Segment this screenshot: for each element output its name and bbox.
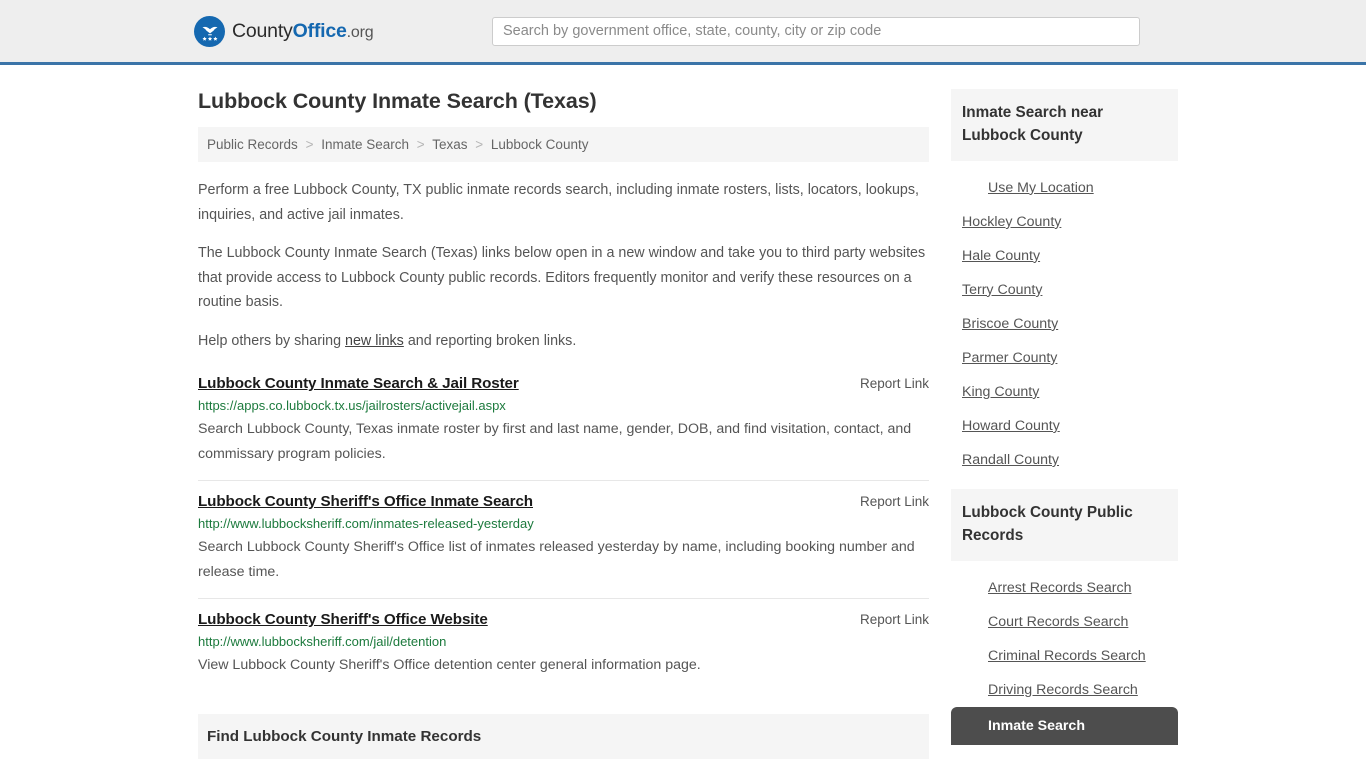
sidebar-nearby-list: Use My Location Hockley County Hale Coun… (951, 161, 1178, 477)
page-body: Lubbock County Inmate Search (Texas) Pub… (0, 65, 1366, 768)
list-item: Arrest Records Search (951, 571, 1178, 605)
sidebar-item-parmer-county[interactable]: Parmer County (951, 341, 1178, 375)
breadcrumb-separator: > (305, 137, 314, 152)
sidebar-nearby-heading: Inmate Search near Lubbock County (951, 89, 1178, 161)
result-description: Search Lubbock County Sheriff's Office l… (198, 539, 915, 580)
list-item: Terry County (951, 273, 1178, 307)
sidebar-item-hale-county[interactable]: Hale County (951, 239, 1178, 273)
sidebar-public-records-list: Arrest Records Search Court Records Sear… (951, 561, 1178, 745)
result-item: Lubbock County Sheriff's Office Website … (198, 598, 929, 691)
report-link-button[interactable]: Report Link (860, 376, 929, 391)
list-item: Hale County (951, 239, 1178, 273)
result-header: Lubbock County Sheriff's Office Website … (198, 611, 929, 628)
search-container (492, 16, 1140, 46)
result-item: Lubbock County Inmate Search & Jail Rost… (198, 367, 929, 480)
site-logo[interactable]: CountyOffice.org (194, 15, 374, 47)
sidebar-item-king-county[interactable]: King County (951, 375, 1178, 409)
sidebar-item-court-records-search[interactable]: Court Records Search (951, 605, 1178, 639)
sidebar-item-criminal-records-search[interactable]: Criminal Records Search (951, 639, 1178, 673)
breadcrumb-item-lubbock-county[interactable]: Lubbock County (491, 137, 589, 152)
list-item: Court Records Search (951, 605, 1178, 639)
result-description: Search Lubbock County, Texas inmate rost… (198, 421, 912, 462)
intro-paragraph-1: Perform a free Lubbock County, TX public… (198, 182, 919, 223)
intro-paragraph-2: The Lubbock County Inmate Search (Texas)… (198, 245, 926, 311)
list-item-active: Inmate Search (951, 706, 1178, 745)
county-office-eagle-icon (194, 15, 225, 47)
result-header: Lubbock County Sheriff's Office Inmate S… (198, 493, 929, 510)
result-url[interactable]: https://apps.co.lubbock.tx.us/jailroster… (198, 398, 929, 413)
report-link-button[interactable]: Report Link (860, 494, 929, 509)
intro-text: Perform a free Lubbock County, TX public… (198, 178, 929, 353)
page-title: Lubbock County Inmate Search (Texas) (198, 89, 597, 113)
result-header: Lubbock County Inmate Search & Jail Rost… (198, 375, 929, 392)
breadcrumb-separator: > (416, 137, 425, 152)
breadcrumb-item-texas[interactable]: Texas (432, 137, 467, 152)
list-item: Parmer County (951, 341, 1178, 375)
sidebar-item-arrest-records-search[interactable]: Arrest Records Search (951, 571, 1178, 605)
breadcrumb-item-inmate-search[interactable]: Inmate Search (321, 137, 409, 152)
brand-part-office: Office (292, 19, 347, 42)
brand-part-county: County (232, 19, 293, 42)
share-text-before: Help others by sharing (198, 332, 346, 349)
result-title-link[interactable]: Lubbock County Sheriff's Office Website (198, 611, 488, 628)
breadcrumb-separator: > (475, 137, 484, 152)
result-title-link[interactable]: Lubbock County Sheriff's Office Inmate S… (198, 493, 533, 510)
sidebar-item-howard-county[interactable]: Howard County (951, 409, 1178, 443)
sidebar-item-use-my-location[interactable]: Use My Location (951, 171, 1178, 205)
content-container: Lubbock County Inmate Search (Texas) Pub… (188, 65, 1178, 768)
result-title-link[interactable]: Lubbock County Inmate Search & Jail Rost… (198, 375, 519, 392)
result-description: View Lubbock County Sheriff's Office det… (198, 657, 701, 674)
sidebar-item-hockley-county[interactable]: Hockley County (951, 205, 1178, 239)
list-item: Howard County (951, 409, 1178, 443)
report-link-button[interactable]: Report Link (860, 612, 929, 627)
list-item: Criminal Records Search (951, 639, 1178, 673)
sidebar-public-records-heading: Lubbock County Public Records (951, 488, 1178, 561)
search-input[interactable] (492, 16, 1140, 46)
breadcrumb-item-public-records[interactable]: Public Records (207, 137, 298, 152)
list-item: King County (951, 375, 1178, 409)
breadcrumb: Public Records > Inmate Search > Texas >… (198, 127, 929, 162)
result-url[interactable]: http://www.lubbocksheriff.com/inmates-re… (198, 516, 929, 531)
new-links-link[interactable]: new links (345, 333, 404, 349)
sidebar-item-randall-county[interactable]: Randall County (951, 443, 1178, 477)
result-item: Lubbock County Sheriff's Office Inmate S… (198, 480, 929, 598)
site-header: CountyOffice.org (0, 0, 1366, 65)
sidebar-item-driving-records-search[interactable]: Driving Records Search (951, 673, 1178, 707)
list-item: Use My Location (951, 171, 1178, 205)
result-url[interactable]: http://www.lubbocksheriff.com/jail/deten… (198, 634, 929, 649)
list-item: Briscoe County (951, 307, 1178, 341)
sidebar-nearby-box: Inmate Search near Lubbock County Use My… (951, 89, 1178, 477)
list-item: Hockley County (951, 205, 1178, 239)
results-list: Lubbock County Inmate Search & Jail Rost… (198, 367, 929, 691)
list-item: Driving Records Search (951, 673, 1178, 707)
share-text-after: and reporting broken links. (403, 332, 577, 349)
sidebar-item-terry-county[interactable]: Terry County (951, 273, 1178, 307)
brand-part-tld: .org (346, 23, 374, 41)
brand-wordmark: CountyOffice.org (232, 19, 374, 43)
list-item: Randall County (951, 443, 1178, 477)
sidebar-item-inmate-search[interactable]: Inmate Search (951, 706, 1178, 745)
main-column: Lubbock County Inmate Search (Texas) Pub… (198, 65, 929, 768)
sidebar: Inmate Search near Lubbock County Use My… (951, 65, 1178, 768)
sidebar-public-records-box: Lubbock County Public Records Arrest Rec… (951, 488, 1178, 745)
find-records-heading: Find Lubbock County Inmate Records (198, 713, 929, 759)
sidebar-item-briscoe-county[interactable]: Briscoe County (951, 307, 1178, 341)
intro-paragraph-3: Help others by sharing new links and rep… (198, 329, 929, 354)
